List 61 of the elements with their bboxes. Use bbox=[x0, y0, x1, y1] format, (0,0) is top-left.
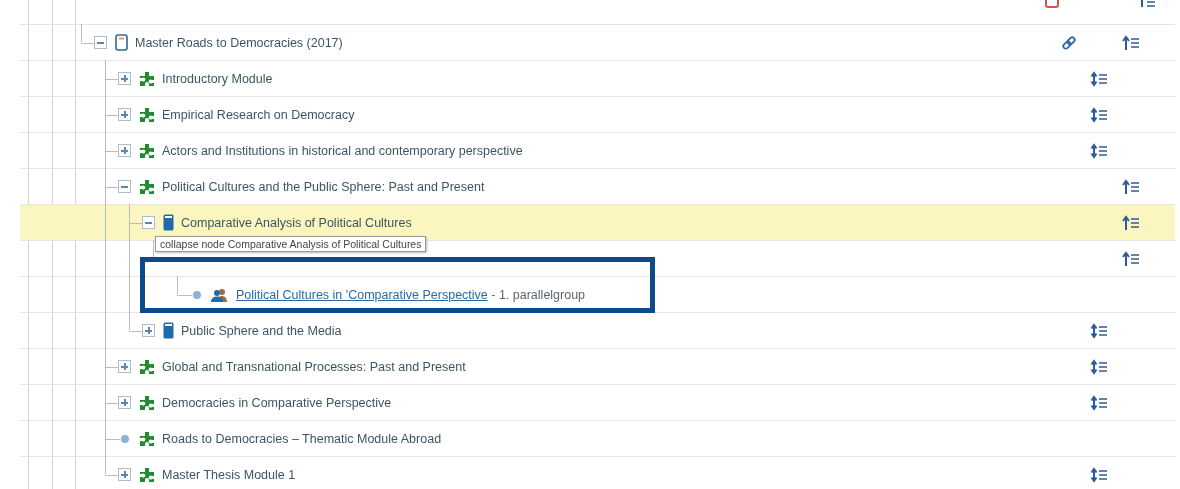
puzzle-icon bbox=[139, 142, 155, 159]
collapse-toggle[interactable] bbox=[142, 216, 155, 229]
node-label[interactable]: Introductory Module bbox=[162, 71, 273, 86]
node-label[interactable]: Master Thesis Module 1 bbox=[162, 467, 296, 482]
sort-icon[interactable] bbox=[1122, 214, 1140, 231]
node-label[interactable]: Actors and Institutions in historical and contemporary perspective bbox=[162, 143, 523, 158]
collapse-toggle[interactable] bbox=[94, 36, 107, 49]
book-icon bbox=[163, 322, 174, 339]
puzzle-icon bbox=[139, 394, 155, 411]
expand-toggle[interactable] bbox=[118, 108, 131, 121]
book-icon bbox=[163, 214, 174, 231]
expand-toggle[interactable] bbox=[118, 468, 131, 481]
node-label: Political Cultures in 'Comparative Perspective - 1. parallelgroup bbox=[236, 287, 586, 302]
node-label[interactable]: Master Roads to Democracies (2017) bbox=[135, 35, 343, 50]
sort-icon[interactable] bbox=[1122, 34, 1140, 51]
expand-toggle[interactable] bbox=[118, 144, 131, 157]
node-label[interactable]: Public Sphere and the Media bbox=[181, 323, 342, 338]
node-label[interactable]: Democracies in Comparative Perspective bbox=[162, 395, 392, 410]
tree-row[interactable]: Empirical Research on Democracy bbox=[20, 97, 1175, 133]
tree-row[interactable]: Master Roads to Democracies (2017) bbox=[20, 25, 1175, 61]
expand-toggle[interactable] bbox=[142, 324, 155, 337]
node-label[interactable]: Global and Transnational Processes: Past and Present bbox=[162, 359, 466, 374]
tree-row[interactable]: Democracies in Comparative Perspective bbox=[20, 385, 1175, 421]
sort-icon[interactable] bbox=[1090, 394, 1108, 411]
tree-row[interactable]: Comparative Analysis of Political Cultures bbox=[20, 205, 1175, 241]
sort-icon[interactable] bbox=[1090, 142, 1108, 159]
tooltip: collapse node Comparative Analysis of Political Cultures bbox=[155, 236, 427, 252]
expand-toggle[interactable] bbox=[118, 396, 131, 409]
collapse-toggle[interactable] bbox=[118, 180, 131, 193]
node-label[interactable]: Empirical Research on Democracy bbox=[162, 107, 355, 122]
puzzle-icon bbox=[139, 466, 155, 483]
tree-row[interactable]: Introductory Module bbox=[20, 61, 1175, 97]
tree-row[interactable]: Global and Transnational Processes: Past and Present bbox=[20, 349, 1175, 385]
link-icon[interactable] bbox=[1061, 34, 1077, 51]
puzzle-icon bbox=[139, 178, 155, 195]
node-label[interactable]: Political Cultures and the Public Sphere: Past and Present bbox=[162, 179, 485, 194]
expand-toggle[interactable] bbox=[118, 360, 131, 373]
sort-icon[interactable] bbox=[1122, 178, 1140, 195]
node-label[interactable]: Roads to Democracies – Thematic Module Abroad bbox=[162, 431, 442, 446]
puzzle-icon bbox=[139, 70, 155, 87]
sort-icon[interactable] bbox=[1122, 250, 1140, 267]
sort-icon[interactable] bbox=[1090, 106, 1108, 123]
sort-icon[interactable] bbox=[1090, 70, 1108, 87]
people-icon bbox=[211, 287, 229, 302]
document-icon bbox=[115, 34, 128, 51]
node-dot bbox=[121, 434, 129, 443]
tree-row[interactable]: Roads to Democracies – Thematic Module Abroad bbox=[20, 421, 1175, 457]
node-label[interactable]: Comparative Analysis of Political Cultures bbox=[181, 215, 412, 230]
sort-icon[interactable] bbox=[1090, 322, 1108, 339]
tree-row[interactable]: Actors and Institutions in historical and contemporary perspective bbox=[20, 133, 1175, 169]
course-link[interactable]: Political Cultures in 'Comparative Perspective bbox=[236, 287, 488, 302]
puzzle-icon bbox=[139, 106, 155, 123]
expand-toggle[interactable] bbox=[118, 72, 131, 85]
sort-icon[interactable] bbox=[1090, 466, 1108, 483]
tree-row[interactable]: Master Thesis Module 1 bbox=[20, 457, 1175, 489]
sort-icon[interactable] bbox=[1090, 358, 1108, 375]
node-dot bbox=[193, 290, 201, 299]
tree-row[interactable]: Political Cultures in 'Comparative Perspective - 1. parallelgroup bbox=[20, 277, 1175, 313]
puzzle-icon bbox=[139, 358, 155, 375]
tree-row[interactable]: Public Sphere and the Media bbox=[20, 313, 1175, 349]
puzzle-icon bbox=[139, 430, 155, 447]
